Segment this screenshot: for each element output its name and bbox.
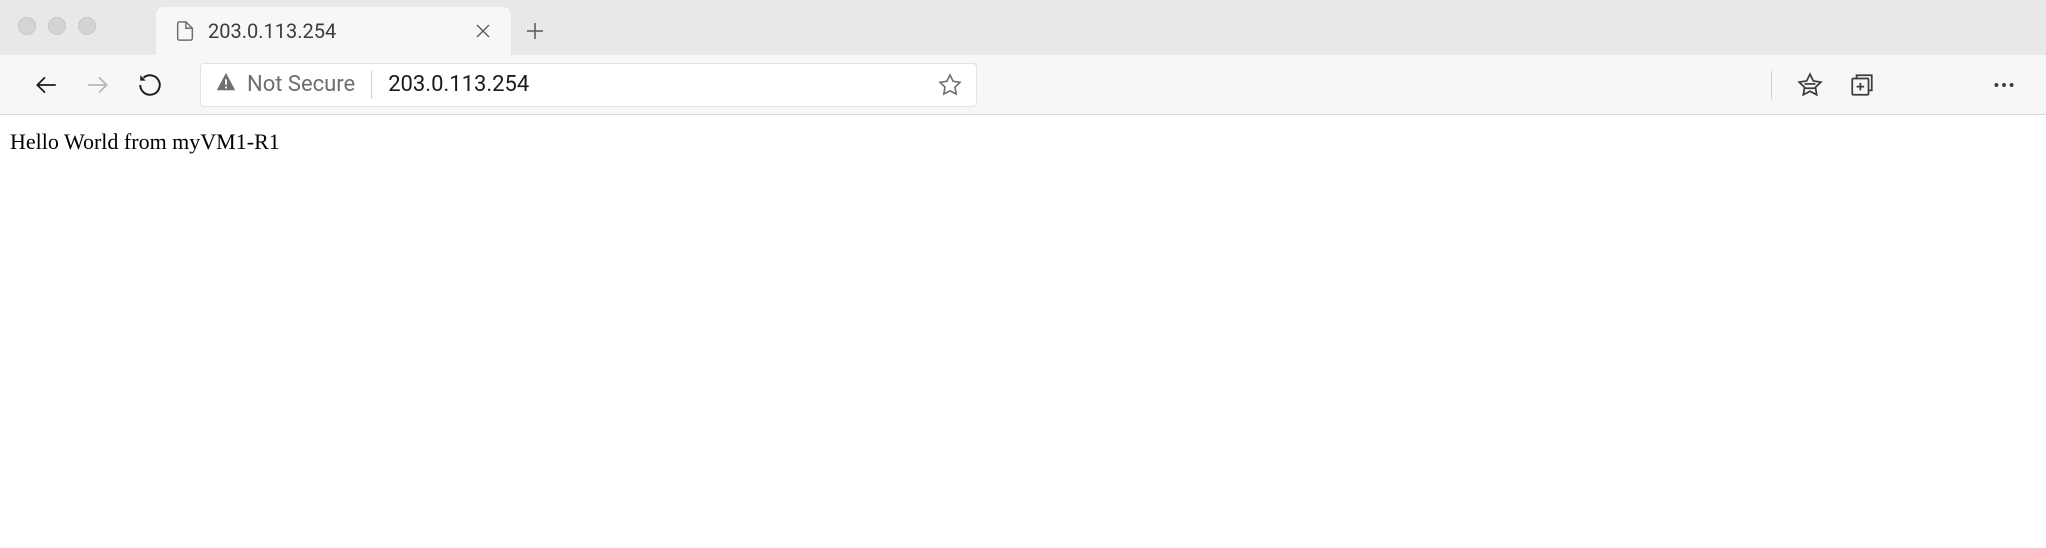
window-close-button[interactable] <box>18 17 36 35</box>
close-tab-button[interactable] <box>469 17 497 45</box>
address-bar[interactable]: Not Secure 203.0.113.254 <box>200 63 977 107</box>
browser-tab[interactable]: 203.0.113.254 <box>156 7 511 55</box>
favorite-button[interactable] <box>934 69 966 101</box>
new-tab-button[interactable] <box>511 7 559 55</box>
refresh-button[interactable] <box>128 63 172 107</box>
window-minimize-button[interactable] <box>48 17 66 35</box>
security-indicator[interactable]: Not Secure <box>215 71 372 99</box>
window-maximize-button[interactable] <box>78 17 96 35</box>
collections-button[interactable] <box>1840 63 1884 107</box>
page-body-text: Hello World from myVM1-R1 <box>10 129 280 154</box>
security-label: Not Secure <box>247 72 355 97</box>
tab-strip: 203.0.113.254 <box>0 0 2046 55</box>
page-content: Hello World from myVM1-R1 <box>0 115 2046 169</box>
forward-button[interactable] <box>76 63 120 107</box>
toolbar-divider <box>1771 71 1772 99</box>
url-text: 203.0.113.254 <box>388 72 933 97</box>
page-icon <box>174 20 196 42</box>
back-button[interactable] <box>24 63 68 107</box>
warning-icon <box>215 71 237 99</box>
tab-title: 203.0.113.254 <box>208 19 457 43</box>
favorites-button[interactable] <box>1788 63 1832 107</box>
window-controls <box>18 17 96 35</box>
navigation-toolbar: Not Secure 203.0.113.254 <box>0 55 2046 115</box>
more-menu-button[interactable] <box>1982 63 2026 107</box>
